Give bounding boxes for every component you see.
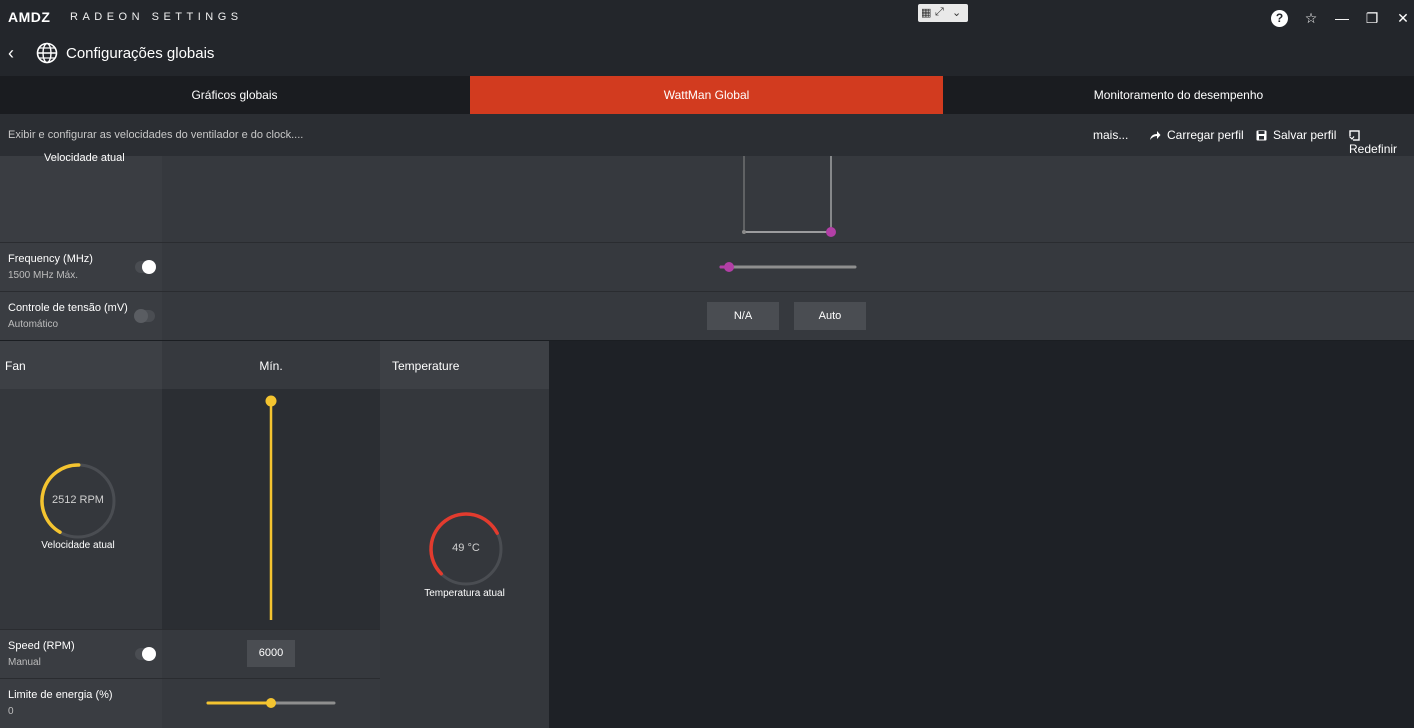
fan-rpm-value: 2512 RPM [52, 494, 104, 506]
power-limit-label: Limite de energia (%) [8, 689, 113, 701]
empty-graph-area [549, 341, 1414, 728]
app-title: RADEON SETTINGS [70, 11, 243, 23]
voltage-label: Controle de tensão (mV) [8, 302, 128, 314]
star-icon[interactable]: ☆ [1301, 8, 1321, 28]
amd-logo: AMDZ [8, 9, 51, 25]
chevron-down-icon[interactable]: ⌄ [952, 6, 961, 19]
voltage-row [162, 292, 1414, 340]
curve-point-handle[interactable] [826, 227, 836, 237]
reset-icon [1349, 130, 1360, 141]
back-button[interactable]: ‹ [2, 43, 20, 63]
frequency-label: Frequency (MHz) [8, 253, 93, 265]
fan-min-label: Mín. [259, 359, 283, 373]
curve-point-start[interactable] [742, 230, 746, 234]
gpu-current-speed-label: Velocidade atual [44, 153, 125, 163]
power-limit-sub: 0 [8, 706, 14, 717]
speed-input[interactable]: 6000 [247, 640, 295, 667]
more-link[interactable]: mais... [1093, 128, 1128, 142]
fan-min-slider-handle[interactable] [265, 395, 277, 407]
temperature-current-label: Temperatura atual [424, 588, 505, 599]
grid-icon[interactable]: ▦ [921, 6, 931, 19]
close-icon[interactable]: ✕ [1393, 8, 1413, 28]
temperature-title: Temperature [392, 359, 460, 373]
voltage-toggle[interactable] [134, 309, 155, 323]
overlay-toolbar[interactable]: ▦ ⤢ ⌄ [918, 4, 968, 22]
power-limit-slider[interactable] [202, 694, 340, 712]
globe-icon [36, 42, 58, 64]
load-profile-button[interactable]: Carregar perfil [1149, 128, 1244, 142]
tab-graficos-globais[interactable]: Gráficos globais [0, 76, 469, 114]
save-profile-label: Salvar perfil [1273, 128, 1337, 142]
frequency-slider-handle[interactable] [724, 262, 735, 272]
share-icon [1150, 131, 1161, 140]
tab-monitoramento[interactable]: Monitoramento do desempenho [943, 76, 1414, 114]
save-icon [1256, 130, 1267, 141]
frequency-toggle[interactable] [135, 260, 156, 274]
reset-button[interactable]: Redefinir [1349, 128, 1414, 156]
speed-toggle[interactable] [135, 647, 156, 661]
save-profile-button[interactable]: Salvar perfil [1256, 128, 1336, 142]
maximize-icon[interactable]: ❐ [1362, 8, 1382, 28]
minimize-icon[interactable]: — [1332, 8, 1352, 28]
tab-description: Exibir e configurar as velocidades do ve… [8, 129, 304, 141]
help-icon[interactable]: ? [1271, 10, 1288, 27]
voltage-auto-button[interactable]: Auto [794, 302, 866, 330]
fan-current-speed-label: Velocidade atual [41, 540, 115, 551]
fan-title: Fan [5, 359, 26, 373]
power-limit-slider-handle[interactable] [266, 698, 276, 708]
gpu-top-left-cell [0, 156, 162, 242]
tab-wattman-global[interactable]: WattMan Global [470, 76, 943, 114]
expand-icon[interactable]: ⤢ [935, 6, 944, 19]
fan-min-slider[interactable] [262, 392, 280, 624]
page-title: Configurações globais [66, 45, 215, 62]
speed-label: Speed (RPM) [8, 640, 75, 652]
reset-label: Redefinir [1349, 142, 1398, 156]
speed-sub: Manual [8, 657, 41, 668]
voltage-sub: Automático [8, 319, 59, 330]
frequency-sub: 1500 MHz Máx. [8, 270, 79, 281]
frequency-slider[interactable] [715, 258, 861, 276]
power-limit-cell [0, 679, 162, 728]
frequency-curve-chart [742, 156, 836, 237]
temperature-value: 49 °C [452, 542, 480, 554]
voltage-value-box[interactable]: N/A [707, 302, 779, 330]
load-profile-label: Carregar perfil [1167, 128, 1244, 142]
